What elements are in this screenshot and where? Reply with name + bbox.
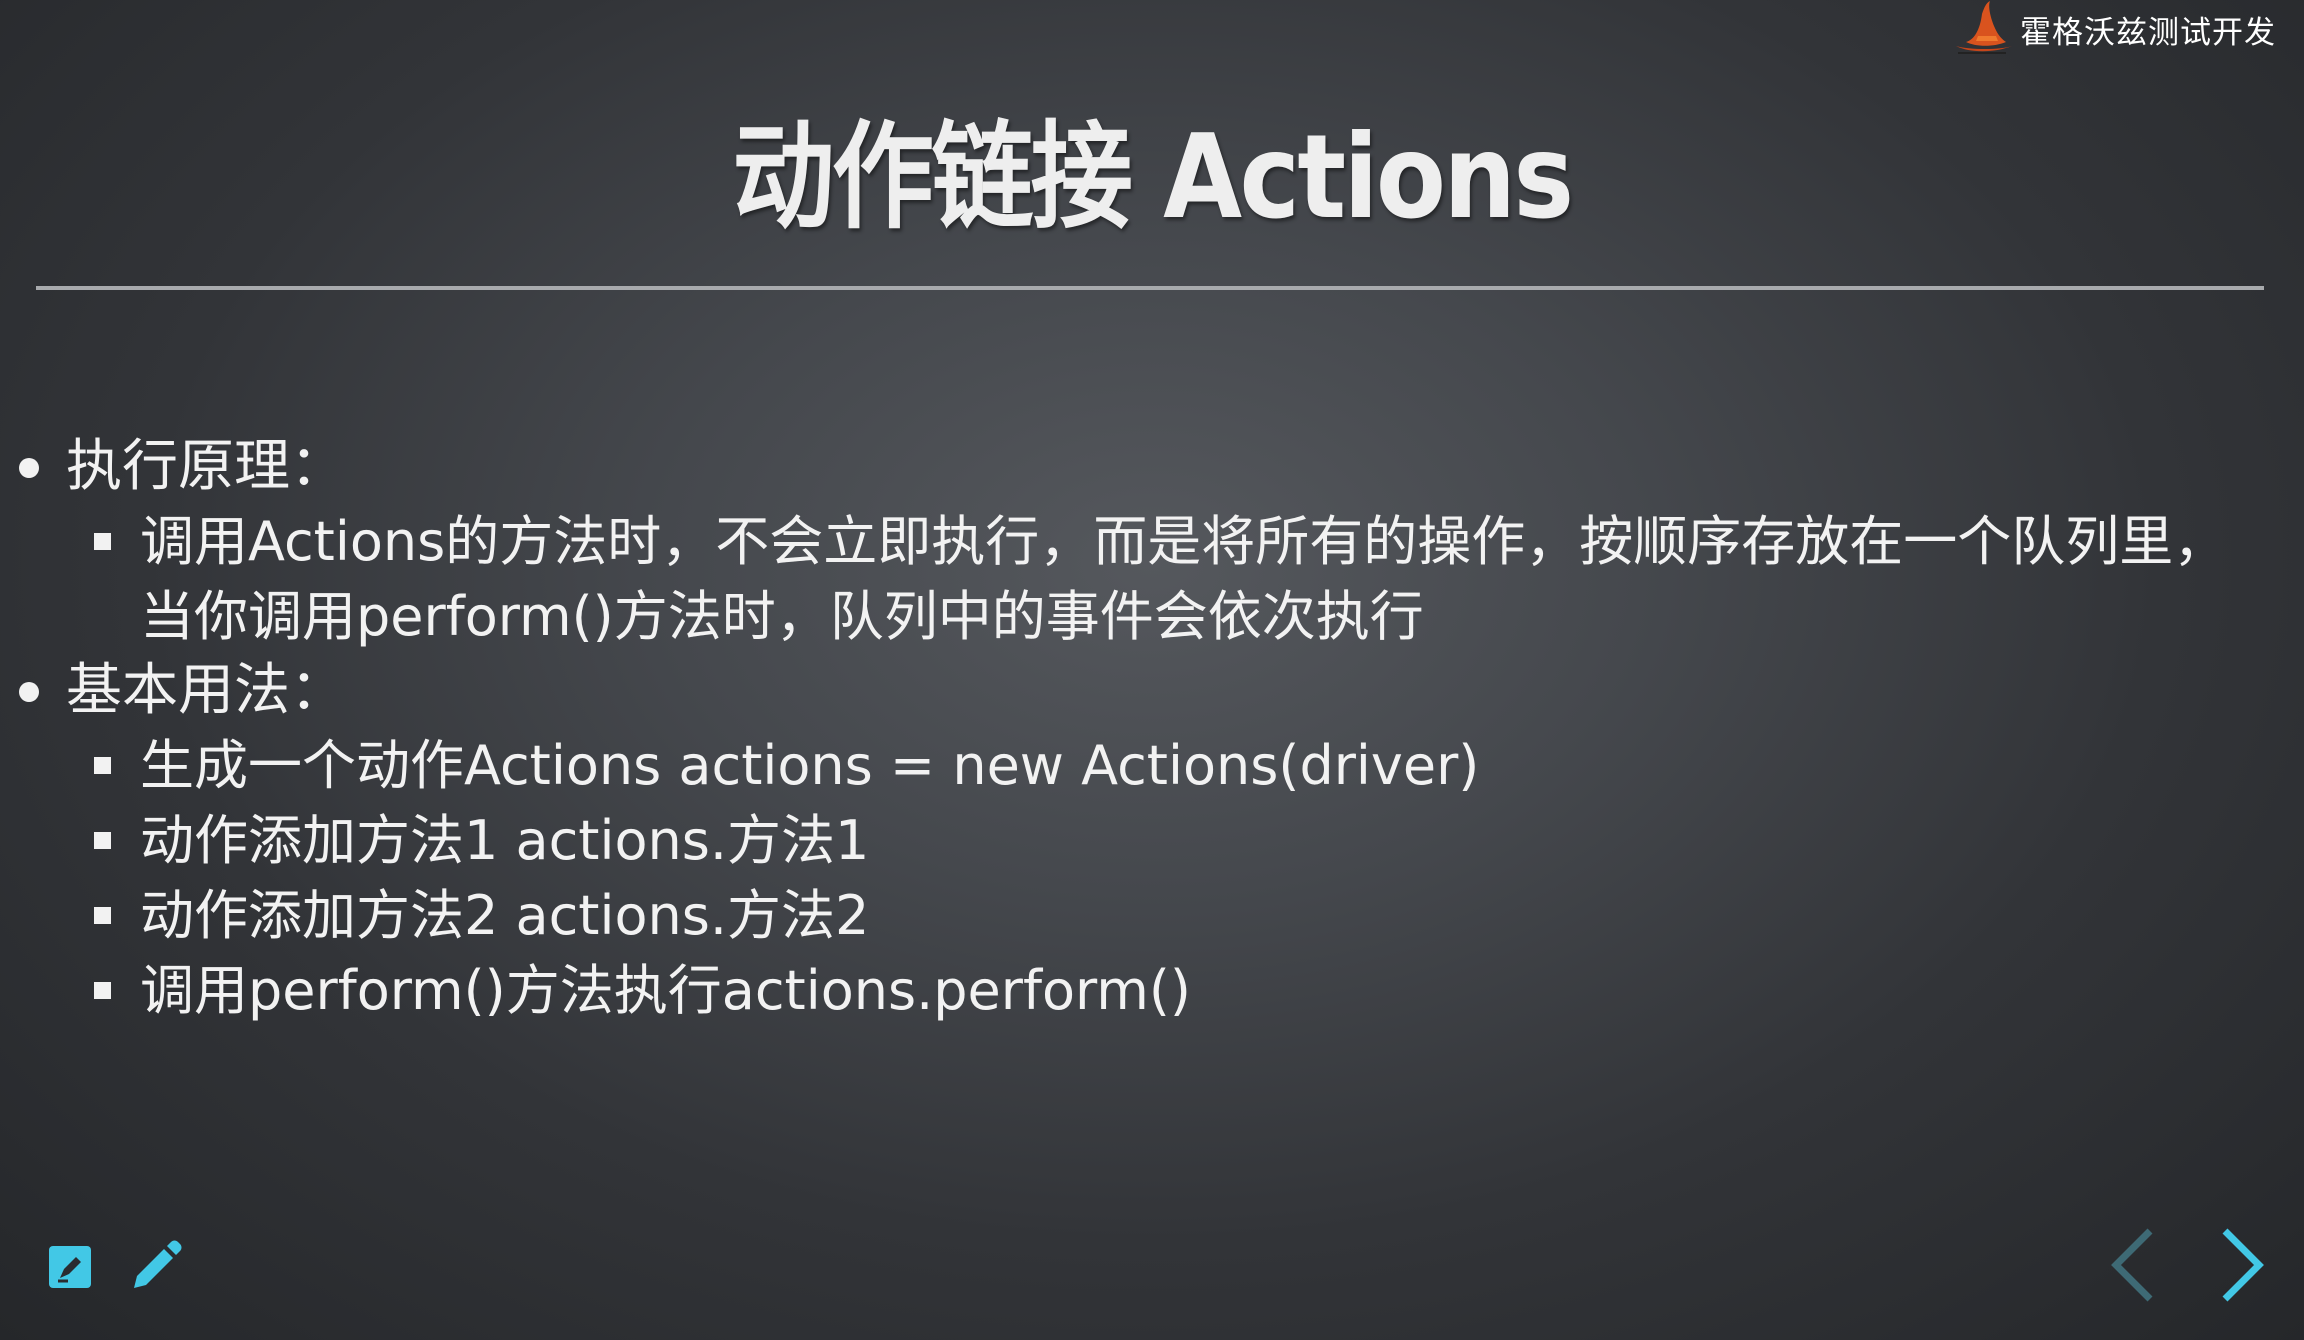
pencil-icon[interactable] [126,1238,184,1296]
sub-bullet-square [94,832,111,849]
slide-content: 执行原理： 调用Actions的方法时，不会立即执行，而是将所有的操作，按顺序存… [0,430,2304,1028]
slide-title: 动作链接 Actions [732,110,1574,245]
brand-name: 霍格沃兹测试开发 [2020,14,2276,51]
slide: 霍格沃兹测试开发 动作链接 Actions 执行原理： 调用Actions的方法… [0,0,2304,1340]
chevron-right-icon[interactable] [2215,1225,2271,1305]
sub-bullet-text: 生成一个动作Actions actions = new Actions(driv… [140,734,1480,797]
chevron-left-icon[interactable] [2104,1225,2160,1305]
sub-bullet-text: 调用perform()方法执行actions.perform() [140,959,1191,1022]
sub-bullet-text: 调用Actions的方法时，不会立即执行，而是将所有的操作，按顺序存放在一个队列… [140,510,2228,648]
bullet-principle: 执行原理： [0,430,2304,504]
sub-bullet-text: 动作添加方法2 actions.方法2 [140,884,870,947]
sub-bullet-square [94,533,111,550]
bullet-dot [19,458,39,478]
sub-bullet: 调用Actions的方法时，不会立即执行，而是将所有的操作，按顺序存放在一个队列… [0,504,2250,654]
sub-bullet-text: 动作添加方法1 actions.方法1 [140,809,870,872]
title-divider [36,286,2264,290]
bullet-dot [19,682,39,702]
speaker-notes-icon[interactable] [46,1243,94,1291]
sub-bullet: 动作添加方法2 actions.方法2 [0,878,2250,953]
wizard-hat-icon [1956,1,2012,54]
sub-bullet-square [94,982,111,999]
sub-bullet-square [94,757,111,774]
bullet-text: 基本用法： [66,658,346,723]
bullet-text: 执行原理： [66,434,346,499]
sub-bullet: 生成一个动作Actions actions = new Actions(driv… [0,728,2250,803]
bullet-usage: 基本用法： [0,654,2304,728]
sub-bullet: 调用perform()方法执行actions.perform() [0,953,2250,1028]
brand: 霍格沃兹测试开发 [1950,0,2276,58]
sub-bullet-square [94,907,111,924]
sub-bullet: 动作添加方法1 actions.方法1 [0,803,2250,878]
